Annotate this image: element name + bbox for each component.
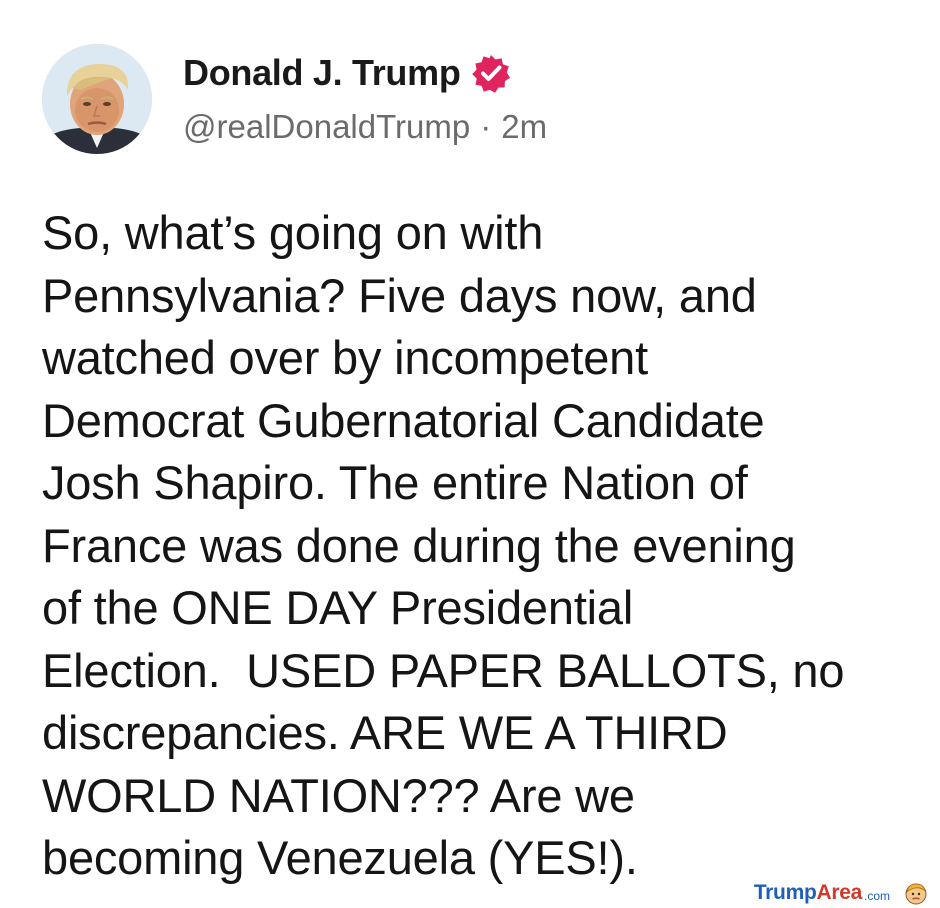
trump-caricature-icon [904, 881, 928, 905]
post-text-line: of the ONE DAY Presidential [42, 581, 634, 634]
avatar-photo [42, 44, 152, 154]
post-text-line: France was done during the evening [42, 518, 796, 572]
watermark-logo-area: Area [816, 881, 862, 904]
handle[interactable]: @realDonaldTrump [183, 108, 470, 146]
post-card: Donald J. Trump @realDonaldTrump · 2m So… [0, 0, 940, 908]
post-body: So, what’s going on with Pennsylvania? Fi… [42, 202, 912, 890]
watermark: Trump Area .com [753, 880, 928, 906]
meta-separator: · [480, 108, 492, 145]
verified-badge-icon [471, 53, 511, 93]
watermark-logo-trump: Trump [753, 881, 817, 904]
timestamp[interactable]: 2m [501, 108, 547, 146]
display-name[interactable]: Donald J. Trump [183, 52, 461, 94]
post-text-line: Democrat Gubernatorial Candidate [42, 393, 765, 447]
post-text-line: So, what’s going on with [42, 206, 544, 259]
name-row: Donald J. Trump [183, 50, 511, 96]
meta-row: @realDonaldTrump · 2m [183, 108, 547, 146]
post-text-line: WORLD NATION??? Are we [42, 768, 635, 822]
post-text-line: watched over by incompetent [42, 331, 648, 384]
watermark-logo-com: .com [863, 889, 890, 903]
post-text-line: Election. USED PAPER BALLOTS, no [42, 643, 845, 697]
post-text-line: discrepancies. ARE WE A THIRD [42, 706, 728, 759]
post-text-line: Josh Shapiro. The entire Nation of [42, 456, 748, 509]
post-text-line: Pennsylvania? Five days now, and [42, 268, 757, 322]
avatar[interactable] [42, 44, 152, 154]
